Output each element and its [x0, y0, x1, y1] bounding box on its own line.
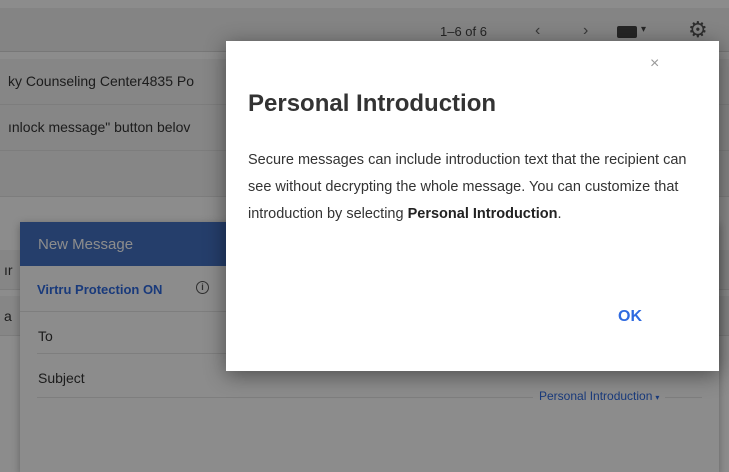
ok-button[interactable]: OK: [618, 308, 642, 326]
close-icon[interactable]: ×: [650, 55, 659, 73]
personal-introduction-dialog: × Personal Introduction Secure messages …: [226, 41, 719, 371]
dialog-body: Secure messages can include introduction…: [248, 147, 688, 228]
dialog-body-emphasis: Personal Introduction: [407, 206, 558, 222]
dialog-title: Personal Introduction: [248, 90, 497, 117]
dialog-body-end: .: [557, 206, 562, 222]
